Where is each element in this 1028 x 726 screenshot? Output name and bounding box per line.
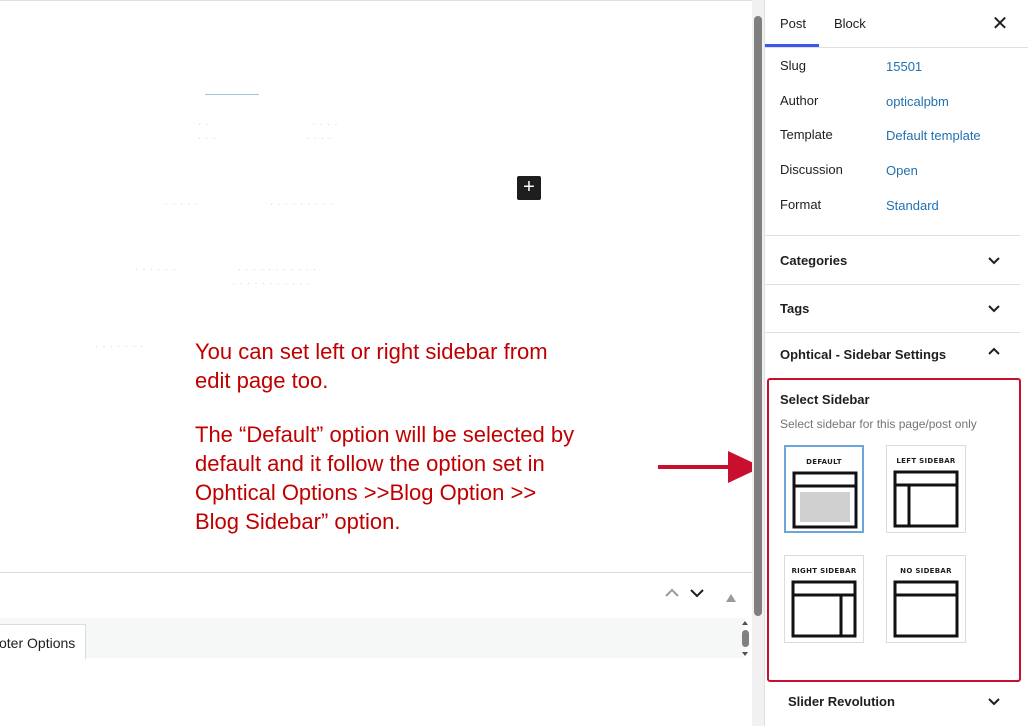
select-sidebar-title: Select Sidebar: [780, 392, 870, 407]
divider: [765, 332, 1020, 333]
close-icon: ✕: [991, 13, 1009, 35]
annotation-text-1: You can set left or right sidebar from e…: [195, 337, 625, 395]
slider-revolution-panel-toggle[interactable]: Slider Revolution: [788, 694, 895, 709]
annotation-line: The “Default” option will be selected by: [195, 422, 575, 447]
faint-decoration: [205, 94, 259, 95]
meta-box-area: [0, 618, 745, 658]
faint-decoration: · · · · ·: [165, 199, 199, 209]
divider: [765, 235, 1020, 236]
annotation-arrow-icon: [658, 451, 762, 483]
slug-label: Slug: [780, 58, 807, 73]
layout-left-sidebar-icon: [893, 470, 959, 528]
chevron-down-icon[interactable]: [986, 301, 1002, 318]
faint-decoration: · · · ·: [306, 133, 333, 143]
select-sidebar-help: Select sidebar for this page/post only: [780, 417, 977, 431]
annotation-line: Blog Sidebar” option.: [195, 509, 401, 534]
option-label: NO SIDEBAR: [900, 567, 952, 575]
inner-scrollbar[interactable]: [739, 620, 751, 658]
faint-decoration: · · · · · · · · · · ·: [238, 264, 317, 274]
main-scrollbar-thumb[interactable]: [754, 16, 762, 616]
annotation-text-2: The “Default” option will be selected by…: [195, 420, 635, 536]
option-label: RIGHT SIDEBAR: [791, 567, 857, 575]
annotation-line: You can set left or right sidebar from: [195, 339, 548, 364]
sidebar-settings-panel-toggle[interactable]: Ophtical - Sidebar Settings: [780, 347, 946, 362]
faint-decoration: · · · ·: [312, 119, 339, 129]
chevron-up-icon[interactable]: [664, 585, 680, 606]
tab-block[interactable]: Block: [834, 0, 866, 48]
layout-default-icon: [792, 471, 858, 529]
faint-decoration: · · · · · · · · ·: [270, 199, 334, 209]
discussion-value[interactable]: Open: [886, 163, 918, 178]
annotation-line: default and it follow the option set in: [195, 451, 545, 476]
categories-panel-toggle[interactable]: Categories: [780, 253, 847, 268]
footer-options-tab[interactable]: oter Options: [0, 624, 87, 659]
author-value[interactable]: opticalpbm: [886, 94, 949, 109]
format-value[interactable]: Standard: [886, 198, 939, 213]
triangle-up-icon[interactable]: [726, 589, 736, 607]
sidebar-option-left[interactable]: LEFT SIDEBAR: [886, 445, 966, 533]
faint-decoration: · · · · · · · · · · ·: [232, 278, 311, 288]
template-label: Template: [780, 127, 833, 142]
chevron-down-icon[interactable]: [986, 253, 1002, 270]
chevron-down-icon[interactable]: [689, 585, 705, 606]
divider: [765, 284, 1020, 285]
sidebar-option-right[interactable]: RIGHT SIDEBAR: [784, 555, 864, 643]
annotation-line: edit page too.: [195, 368, 329, 393]
slug-value[interactable]: 15501: [886, 59, 922, 74]
layout-right-sidebar-icon: [791, 580, 857, 638]
content-divider: [0, 572, 752, 573]
faint-decoration: · · · · · · ·: [95, 341, 144, 351]
sidebar-tabs: Post Block: [764, 0, 1028, 48]
format-label: Format: [780, 197, 822, 212]
chevron-down-icon[interactable]: [986, 694, 1002, 711]
active-tab-indicator: [765, 44, 819, 47]
tags-panel-toggle[interactable]: Tags: [780, 301, 809, 316]
faint-decoration: · · · · · ·: [135, 264, 177, 274]
tab-post[interactable]: Post: [780, 0, 806, 48]
sidebar-option-none[interactable]: NO SIDEBAR: [886, 555, 966, 643]
author-label: Author: [780, 93, 819, 108]
block-inserter-button[interactable]: +: [517, 176, 541, 200]
close-sidebar-button[interactable]: ✕: [990, 12, 1010, 36]
option-label: LEFT SIDEBAR: [896, 457, 956, 465]
sidebar-option-default[interactable]: DEFAULT: [784, 445, 864, 533]
faint-decoration: · ·: [198, 119, 210, 129]
chevron-up-icon[interactable]: [986, 345, 1002, 362]
annotation-line: Ophtical Options >>Blog Option >>: [195, 480, 537, 505]
layout-no-sidebar-icon: [893, 580, 959, 638]
plus-icon: +: [523, 176, 535, 198]
faint-decoration: · · ·: [198, 133, 217, 143]
discussion-label: Discussion: [780, 162, 843, 177]
template-value[interactable]: Default template: [886, 128, 981, 143]
option-label: DEFAULT: [806, 458, 842, 466]
